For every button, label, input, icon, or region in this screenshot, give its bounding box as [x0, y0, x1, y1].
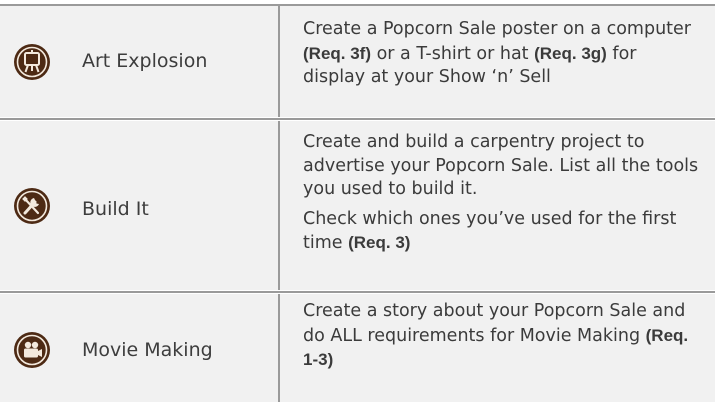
divider	[278, 6, 280, 117]
divider	[0, 4, 715, 6]
activity-name: Build It	[82, 198, 149, 220]
divider	[278, 121, 280, 290]
divider	[278, 294, 280, 402]
tools-icon	[14, 188, 50, 224]
activity-table: Art Explosion Create a Popcorn Sale post…	[0, 0, 715, 402]
activity-description: Create a story about your Popcorn Sale a…	[303, 301, 689, 369]
table-row: Build It Create and build a carpentry pr…	[0, 121, 715, 290]
activity-name: Movie Making	[82, 339, 213, 361]
divider	[0, 118, 715, 120]
activity-description: Create a Popcorn Sale poster on a comput…	[303, 19, 691, 87]
table-row: Art Explosion Create a Popcorn Sale post…	[0, 6, 715, 117]
activity-description: Create and build a carpentry project to …	[303, 132, 699, 253]
movie-camera-icon	[14, 332, 50, 368]
activity-name: Art Explosion	[82, 50, 208, 72]
divider	[0, 291, 715, 293]
table-row: Movie Making Create a story about your P…	[0, 294, 715, 402]
easel-icon	[14, 44, 50, 80]
